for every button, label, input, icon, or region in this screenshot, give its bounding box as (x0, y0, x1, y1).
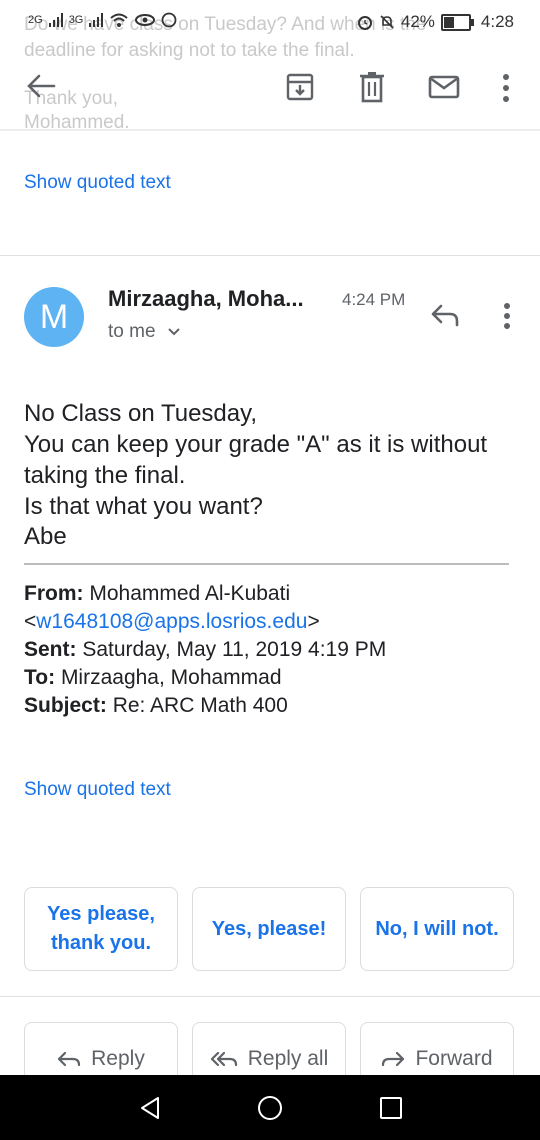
nav-back-icon[interactable] (138, 1095, 162, 1121)
app-bar (0, 55, 540, 121)
message-divider (0, 255, 540, 256)
to-label: To: (24, 666, 56, 689)
body-line-2: You can keep your grade "A" as it is wit… (24, 431, 488, 458)
chevron-down-icon (168, 328, 180, 336)
from-label: From: (24, 582, 84, 605)
reply-button-label: Reply (91, 1047, 145, 1070)
quoted-from: From: Mohammed Al-Kubati (24, 582, 290, 606)
subject-label: Subject: (24, 694, 107, 717)
network-3g-label: 3G (68, 14, 84, 26)
body-line-1: No Class on Tuesday, (24, 400, 258, 427)
smart-reply-1[interactable]: Yes please, thank you. (24, 887, 178, 971)
archive-icon[interactable] (285, 72, 315, 102)
signal-icon (48, 13, 63, 27)
from-value: Mohammed Al-Kubati (89, 582, 291, 605)
reply-icon[interactable] (430, 303, 460, 327)
nav-recents-icon[interactable] (379, 1096, 403, 1120)
actions-divider (0, 996, 540, 997)
body-line-4: Is that what you want? (24, 493, 263, 520)
body-line-3: taking the final. (24, 462, 186, 489)
recipient-toggle[interactable]: to me (108, 321, 181, 343)
smart-reply-3[interactable]: No, I will not. (360, 887, 514, 971)
sent-value: Saturday, May 11, 2019 4:19 PM (82, 638, 387, 661)
wifi-icon (110, 13, 129, 27)
smart-reply-2-label: Yes, please! (211, 917, 327, 940)
sender-name: Mirzaagha, Moha... (108, 286, 304, 311)
smart-reply-2[interactable]: Yes, please! (192, 887, 346, 971)
forward-button-label: Forward (415, 1047, 493, 1070)
subject-value: Re: ARC Math 400 (112, 694, 288, 717)
battery-percent: 42% (400, 12, 435, 31)
network-2g-label: 2G (28, 14, 43, 26)
alarm-icon (357, 16, 372, 30)
mark-unread-icon[interactable] (428, 75, 460, 99)
to-value: Mirzaagha, Mohammad (60, 666, 282, 689)
navigation-bar (0, 1075, 540, 1140)
quoted-to: To: Mirzaagha, Mohammad (24, 666, 282, 690)
status-right: 42% 4:28 (357, 12, 514, 32)
signal-icon-2 (89, 13, 104, 27)
quoted-email: <w1648108@apps.losrios.edu> (24, 610, 320, 634)
delete-icon[interactable] (358, 71, 386, 103)
recipient-label: to me (108, 321, 156, 342)
sent-label: Sent: (24, 638, 77, 661)
show-quoted-text-top[interactable]: Show quoted text (24, 172, 171, 194)
battery-icon (440, 13, 474, 31)
reply-all-icon (210, 1051, 237, 1067)
quote-separator (24, 563, 509, 565)
message-time: 4:24 PM (342, 290, 406, 309)
smart-reply-3-label: No, I will not. (375, 917, 499, 940)
body-line-5: Abe (24, 523, 67, 550)
quoted-subject: Subject: Re: ARC Math 400 (24, 694, 288, 718)
mute-icon (380, 15, 394, 29)
show-quoted-text-bottom[interactable]: Show quoted text (24, 779, 171, 801)
eye-icon (135, 14, 156, 26)
nav-home-icon[interactable] (257, 1095, 283, 1121)
email-open: < (24, 610, 37, 633)
clock: 4:28 (480, 12, 514, 31)
app-bar-divider (0, 129, 540, 131)
reply-all-button-label: Reply all (247, 1047, 329, 1070)
more-options-icon[interactable] (500, 73, 512, 103)
quoted-sent: Sent: Saturday, May 11, 2019 4:19 PM (24, 638, 386, 662)
status-left: 2G 3G (28, 12, 177, 28)
status-bar: 2G 3G 42% 4:28 (0, 0, 540, 44)
back-arrow-icon[interactable] (26, 73, 56, 99)
smart-reply-1-line-2: thank you. (50, 932, 151, 954)
email-close: > (307, 610, 320, 633)
reply-action-icon (58, 1051, 81, 1067)
sender-email-link[interactable]: w1648108@apps.losrios.edu (36, 610, 307, 633)
forward-icon (382, 1051, 405, 1067)
whatsapp-icon (161, 12, 177, 28)
smart-reply-1-line-1: Yes please, (47, 903, 155, 925)
message-more-icon[interactable] (501, 302, 513, 330)
avatar[interactable]: M (24, 287, 84, 347)
